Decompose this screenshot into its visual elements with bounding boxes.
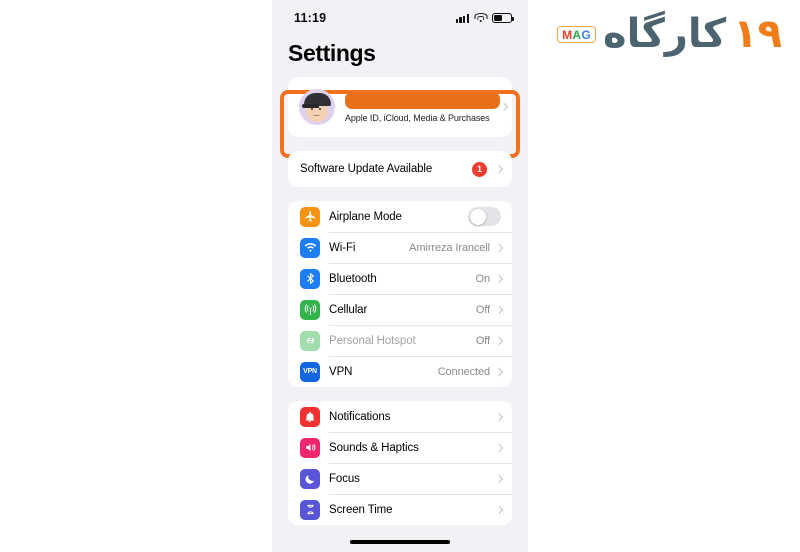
settings-row-label: Cellular bbox=[329, 303, 368, 316]
wifi-icon bbox=[474, 13, 487, 23]
settings-row-screen-time[interactable]: Screen Time bbox=[288, 494, 512, 525]
software-update-group: Software Update Available 1 bbox=[288, 151, 512, 187]
settings-row-value: Off bbox=[475, 303, 490, 316]
chevron-right-icon bbox=[494, 412, 504, 421]
hotspot-link-icon bbox=[300, 330, 320, 351]
settings-row-vpn[interactable]: VPN VPN Connected bbox=[288, 356, 512, 387]
home-indicator bbox=[350, 540, 450, 544]
mag-badge-icon: MAG bbox=[557, 25, 596, 43]
status-bar: 11:19 bbox=[272, 0, 528, 30]
settings-row-value: Connected bbox=[437, 365, 490, 378]
settings-row-label: VPN bbox=[329, 365, 353, 378]
page-title: Settings bbox=[288, 40, 376, 66]
settings-row-bluetooth[interactable]: Bluetooth On bbox=[288, 263, 512, 294]
status-indicators bbox=[455, 13, 514, 23]
wifi-icon bbox=[300, 237, 320, 258]
chevron-right-icon bbox=[494, 336, 504, 345]
settings-row-value: Off bbox=[475, 334, 490, 347]
page-root: MAG کارگاه ۱۹ 11:19 Settings Apple ID, i… bbox=[0, 0, 800, 552]
bluetooth-icon bbox=[300, 268, 320, 289]
chevron-right-icon bbox=[494, 274, 504, 283]
bell-icon bbox=[300, 406, 320, 427]
mag-letter-a: A bbox=[572, 27, 582, 42]
vpn-icon-label: VPN bbox=[303, 368, 317, 375]
chevron-right-icon bbox=[494, 164, 504, 174]
chevron-right-icon bbox=[494, 243, 504, 252]
connectivity-group: Airplane Mode Wi-Fi Amirreza Irancell Bl… bbox=[288, 201, 512, 387]
mag-letter-g: G bbox=[581, 27, 591, 42]
logo-wordmark: کارگاه bbox=[602, 11, 727, 57]
hourglass-icon bbox=[300, 499, 320, 520]
logo-number: ۱۹ bbox=[733, 11, 783, 57]
software-update-label: Software Update Available bbox=[300, 163, 433, 175]
cellular-antenna-icon bbox=[300, 299, 320, 320]
settings-row-label: Notifications bbox=[329, 410, 391, 423]
settings-row-label: Wi-Fi bbox=[329, 241, 356, 254]
settings-row-wifi[interactable]: Wi-Fi Amirreza Irancell bbox=[288, 232, 512, 263]
chevron-right-icon bbox=[494, 443, 504, 452]
mag-letter-m: M bbox=[562, 27, 573, 42]
battery-icon bbox=[492, 13, 514, 23]
settings-row-label: Personal Hotspot bbox=[329, 334, 416, 347]
vpn-icon: VPN bbox=[300, 361, 320, 382]
chevron-right-icon bbox=[494, 305, 504, 314]
settings-row-cellular[interactable]: Cellular Off bbox=[288, 294, 512, 325]
cellular-signal-icon bbox=[455, 13, 469, 23]
speaker-icon bbox=[300, 437, 320, 458]
notifications-group: Notifications Sounds & Haptics Focus Scr… bbox=[288, 401, 512, 525]
site-logo: MAG کارگاه ۱۹ bbox=[557, 11, 783, 57]
settings-row-personal-hotspot[interactable]: Personal Hotspot Off bbox=[288, 325, 512, 356]
chevron-right-icon bbox=[494, 367, 504, 376]
settings-row-label: Screen Time bbox=[329, 503, 393, 516]
settings-row-label: Airplane Mode bbox=[329, 210, 402, 223]
settings-row-sounds-haptics[interactable]: Sounds & Haptics bbox=[288, 432, 512, 463]
settings-row-focus[interactable]: Focus bbox=[288, 463, 512, 494]
airplane-mode-toggle[interactable] bbox=[468, 207, 501, 226]
settings-row-value: Amirreza Irancell bbox=[409, 241, 490, 254]
airplane-icon bbox=[300, 206, 320, 227]
settings-row-value: On bbox=[475, 272, 491, 285]
settings-row-label: Sounds & Haptics bbox=[329, 441, 419, 454]
settings-row-notifications[interactable]: Notifications bbox=[288, 401, 512, 432]
chevron-right-icon bbox=[494, 474, 504, 483]
chevron-right-icon bbox=[494, 505, 504, 514]
settings-row-label: Bluetooth bbox=[329, 272, 377, 285]
phone-screen: 11:19 Settings Apple ID, iCloud, Media &… bbox=[272, 0, 528, 552]
settings-row-airplane-mode[interactable]: Airplane Mode bbox=[288, 201, 512, 232]
memoji-avatar bbox=[299, 89, 335, 125]
moon-icon bbox=[300, 468, 320, 489]
status-time: 11:19 bbox=[294, 11, 327, 25]
software-update-row[interactable]: Software Update Available 1 bbox=[288, 151, 512, 187]
settings-row-label: Focus bbox=[329, 472, 360, 485]
status-badge: 1 bbox=[472, 161, 487, 177]
